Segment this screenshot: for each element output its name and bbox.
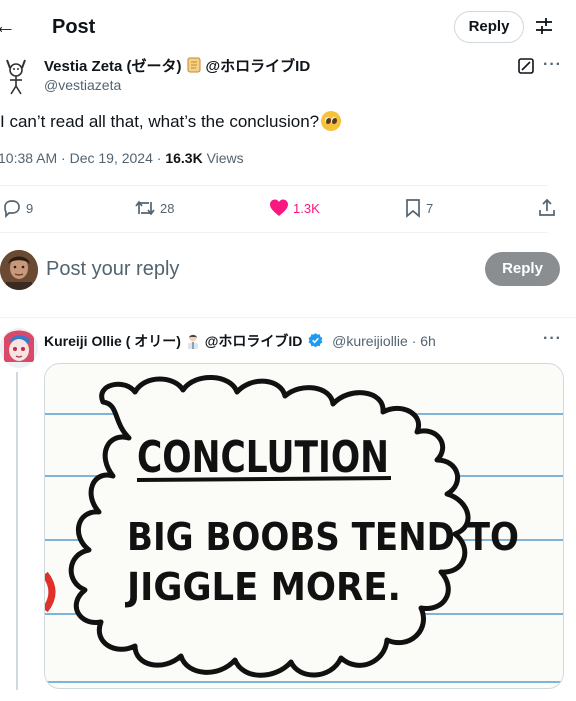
author-handle[interactable]: @vestiazeta <box>44 76 121 94</box>
share-action[interactable] <box>537 198 557 218</box>
reply-author-handle[interactable]: @kureijiollie <box>332 333 408 349</box>
reply-time[interactable]: · 6h <box>408 333 436 349</box>
heart-icon <box>270 199 288 216</box>
repost-icon <box>135 200 155 216</box>
post-meta: 10:38 AM · Dec 19, 2024 · 16.3K Views <box>0 150 244 166</box>
arrow-left-icon[interactable]: ← <box>0 12 16 40</box>
divider <box>0 185 548 186</box>
header-reply-button[interactable]: Reply <box>454 11 524 43</box>
reply-icon <box>4 200 20 218</box>
scroll-emoji-icon <box>185 56 203 80</box>
timestamp[interactable]: 10:38 AM · Dec 19, 2024 · <box>0 150 165 166</box>
pleading-face-icon <box>321 111 342 131</box>
bookmark-action[interactable]: 7 <box>404 198 433 218</box>
page-title: Post <box>52 16 96 38</box>
reply-author-name[interactable]: Kureiji Ollie ( オリー) <box>44 333 181 349</box>
views-count: 16.3K <box>165 150 203 166</box>
reply-input[interactable] <box>46 256 446 282</box>
more-options-icon[interactable]: ··· <box>543 330 562 348</box>
post-text: I can’t read all that, what’s the conclu… <box>0 111 342 133</box>
sliders-icon[interactable] <box>534 16 554 41</box>
divider <box>0 317 576 318</box>
more-options-icon[interactable]: ··· <box>543 56 562 74</box>
repost-action[interactable]: 28 <box>134 198 174 218</box>
share-icon <box>539 198 555 216</box>
avatar[interactable] <box>0 56 32 96</box>
reply-submit-button[interactable]: Reply <box>485 252 560 286</box>
avatar[interactable] <box>0 250 38 290</box>
avatar[interactable] <box>0 328 38 368</box>
verified-badge-icon <box>307 332 324 354</box>
like-action[interactable]: 1.3K <box>269 198 320 218</box>
reply-image[interactable]: CONCLUTION BIG BOOBS TEND TO JIGGLE MORE… <box>44 363 564 689</box>
bookmark-icon <box>406 199 420 218</box>
image-line-1: BIG BOOBS TEND TO <box>127 515 519 559</box>
image-heading: CONCLUTION <box>137 432 389 483</box>
reply-action[interactable]: 9 <box>2 198 33 218</box>
divider <box>0 232 548 233</box>
grok-icon[interactable] <box>517 57 535 80</box>
image-line-2: JIGGLE MORE. <box>124 565 401 609</box>
thread-line <box>16 372 18 690</box>
scientist-emoji-icon <box>185 333 201 349</box>
reply-header: Kureiji Ollie ( オリー) @ホロライブID @kureijiol… <box>44 331 436 354</box>
